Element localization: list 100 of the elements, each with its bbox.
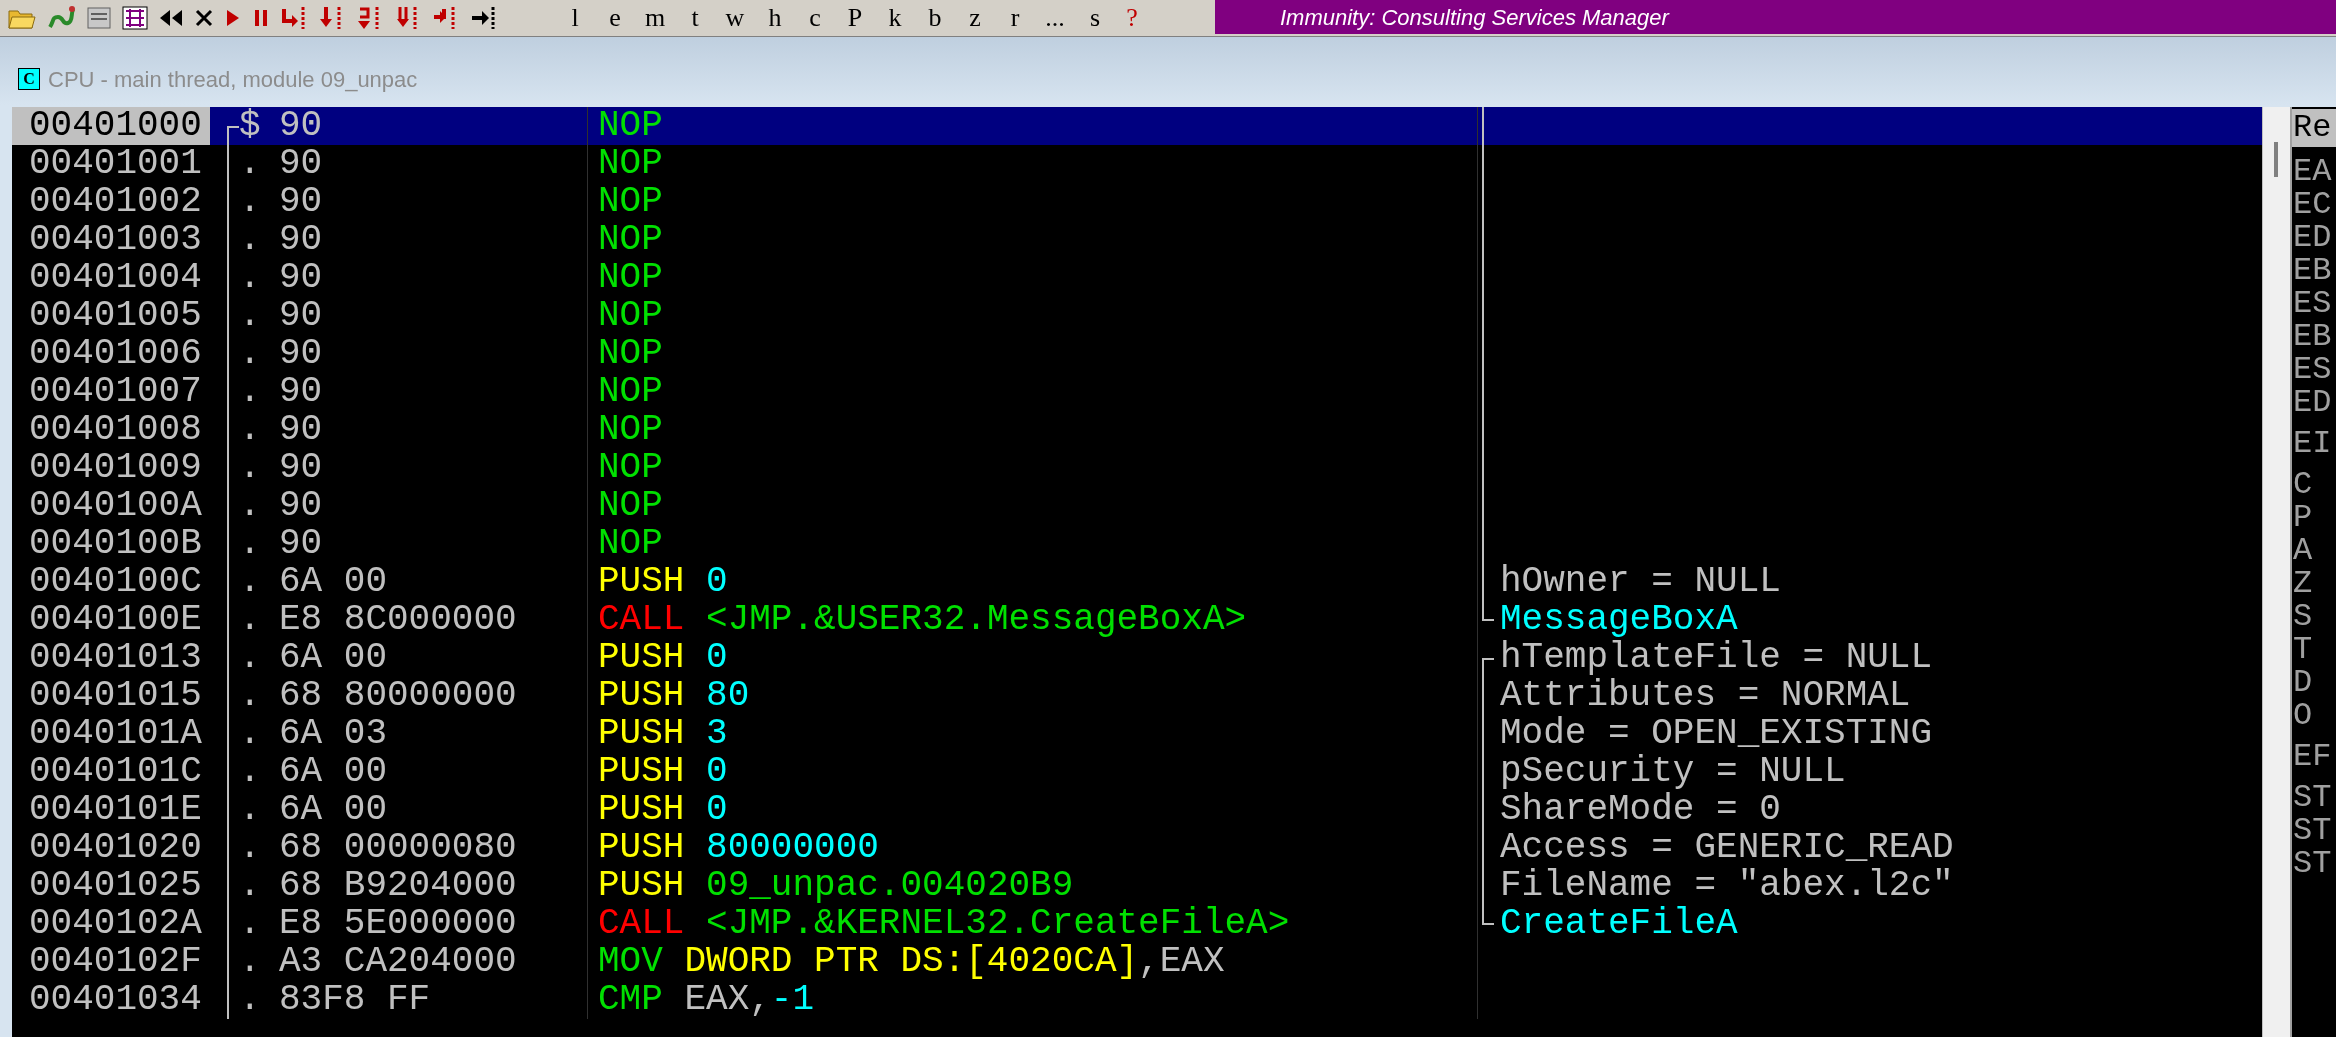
- mnemonic-text: CALL: [598, 599, 686, 640]
- comment-text: Access = GENERIC_READ: [1500, 829, 1954, 867]
- code-row[interactable]: 0040102A . E8 5E000000 CALL <JMP.&KERNEL32.CreateFileA> CreateFileA: [12, 905, 2262, 943]
- grid-icon[interactable]: [122, 6, 148, 30]
- hex-bytes: 68 B9204000: [279, 867, 517, 905]
- toolbar-button[interactable]: m: [640, 3, 670, 33]
- mnemonic-text: NOP: [598, 523, 663, 564]
- scrollbar[interactable]: [2262, 107, 2290, 1037]
- code-row[interactable]: 0040101C . 6A 00 PUSH 0 pSecurity = NULL: [12, 753, 2262, 791]
- hex-bytes: E8 5E000000: [279, 905, 517, 943]
- code-row[interactable]: 00401025 . 68 B9204000 PUSH 09_unpac.004020B9 FileName = "abex.l2c": [12, 867, 2262, 905]
- hex-bytes: 6A 03: [279, 715, 388, 753]
- register-name: EI: [2292, 427, 2333, 460]
- hex-bytes: 90: [279, 221, 323, 259]
- code-row[interactable]: 00401001 . 90 NOP: [12, 145, 2262, 183]
- hex-bytes: 90: [279, 145, 323, 183]
- marker-text: .: [239, 867, 261, 905]
- mnemonic-text: PUSH: [598, 637, 686, 678]
- mnemonic-text: NOP: [598, 371, 663, 412]
- hex-bytes: 90: [279, 107, 323, 145]
- code-row[interactable]: 0040100C . 6A 00 PUSH 0 hOwner = NULL: [12, 563, 2262, 601]
- toolbar-button[interactable]: t: [680, 3, 710, 33]
- operand-text: 80: [706, 675, 750, 716]
- step-into-icon[interactable]: [280, 5, 308, 31]
- mnemonic-text: PUSH: [598, 713, 686, 754]
- toolbar-button[interactable]: P: [840, 3, 870, 33]
- toolbar-button[interactable]: s: [1080, 3, 1110, 33]
- operand-text: 0: [706, 789, 728, 830]
- marker-text: .: [239, 221, 261, 259]
- toolbar-button[interactable]: c: [800, 3, 830, 33]
- toolbar-button[interactable]: h: [760, 3, 790, 33]
- register-name: EB: [2292, 320, 2333, 353]
- code-row[interactable]: 00401003 . 90 NOP: [12, 221, 2262, 259]
- hex-bytes: 90: [279, 487, 323, 525]
- pause-icon[interactable]: [252, 8, 270, 28]
- hex-bytes: 90: [279, 335, 323, 373]
- register-name: EC: [2292, 188, 2333, 221]
- marker-text: $: [239, 107, 261, 145]
- operand-text: 09_unpac.004020B9: [706, 865, 1074, 906]
- help-button[interactable]: ?: [1120, 3, 1144, 33]
- toolbar-button[interactable]: ...: [1040, 3, 1070, 33]
- code-row[interactable]: 00401006 . 90 NOP: [12, 335, 2262, 373]
- hex-bytes: 90: [279, 525, 323, 563]
- operand-text: EAX,: [684, 979, 771, 1020]
- hex-bytes: 90: [279, 373, 323, 411]
- mnemonic-text: NOP: [598, 181, 663, 222]
- code-row[interactable]: 00401007 . 90 NOP: [12, 373, 2262, 411]
- comment-text: Mode = OPEN_EXISTING: [1500, 715, 1933, 753]
- toolbar-button[interactable]: e: [600, 3, 630, 33]
- toolbar-button[interactable]: z: [960, 3, 990, 33]
- code-row[interactable]: 00401034 . 83F8 FF CMP EAX,-1: [12, 981, 2262, 1019]
- window-icon: C: [18, 68, 40, 90]
- register-name: ED: [2292, 386, 2333, 419]
- code-row[interactable]: 0040101E . 6A 00 PUSH 0 ShareMode = 0: [12, 791, 2262, 829]
- toolbar-button[interactable]: w: [720, 3, 750, 33]
- snake-icon[interactable]: [46, 5, 76, 31]
- rewind-icon[interactable]: [158, 8, 184, 28]
- toolbar-button[interactable]: b: [920, 3, 950, 33]
- hex-bytes: 83F8 FF: [279, 981, 431, 1019]
- code-row[interactable]: 00401002 . 90 NOP: [12, 183, 2262, 221]
- code-row[interactable]: 0040100A . 90 NOP: [12, 487, 2262, 525]
- operand-text: 80000000: [706, 827, 879, 868]
- toolbar-button[interactable]: l: [560, 3, 590, 33]
- code-row[interactable]: 00401005 . 90 NOP: [12, 297, 2262, 335]
- go-to-icon[interactable]: [470, 5, 498, 31]
- code-row[interactable]: 00401013 . 6A 00 PUSH 0 hTemplateFile = NULL: [12, 639, 2262, 677]
- code-row[interactable]: 00401004 . 90 NOP: [12, 259, 2262, 297]
- hex-bytes: 68 00000080: [279, 829, 517, 867]
- window-title: CPU - main thread, module 09_unpac: [48, 65, 418, 94]
- toolbar-button[interactable]: r: [1000, 3, 1030, 33]
- marker-text: .: [239, 449, 261, 487]
- marker-text: .: [239, 487, 261, 525]
- mnemonic-text: PUSH: [598, 561, 686, 602]
- code-row[interactable]: 00401009 . 90 NOP: [12, 449, 2262, 487]
- window-icon[interactable]: [86, 6, 112, 30]
- code-row[interactable]: 0040102F . A3 CA204000 MOV DWORD PTR DS:[4020CA],EAX: [12, 943, 2262, 981]
- code-row[interactable]: 00401008 . 90 NOP: [12, 411, 2262, 449]
- toolbar-button[interactable]: k: [880, 3, 910, 33]
- mnemonic-text: NOP: [598, 295, 663, 336]
- code-row[interactable]: 00401000 $ 90 NOP: [12, 107, 2262, 145]
- register-name: ED: [2292, 221, 2333, 254]
- operand-text: 0: [706, 751, 728, 792]
- marker-text: .: [239, 183, 261, 221]
- mnemonic-text: NOP: [598, 409, 663, 450]
- register-name: ST: [2292, 814, 2333, 847]
- code-row[interactable]: 00401020 . 68 00000080 PUSH 80000000 Access = GENERIC_READ: [12, 829, 2262, 867]
- operand-text: -1: [770, 979, 815, 1020]
- register-header: Re: [2292, 109, 2336, 147]
- marker-text: .: [239, 335, 261, 373]
- mnemonic-text: NOP: [598, 485, 663, 526]
- marker-text: .: [239, 525, 261, 563]
- code-row[interactable]: 0040100B . 90 NOP: [12, 525, 2262, 563]
- code-row[interactable]: 0040101A . 6A 03 PUSH 3 Mode = OPEN_EXISTING: [12, 715, 2262, 753]
- hex-bytes: 90: [279, 411, 323, 449]
- code-row[interactable]: 0040100E . E8 8C000000 CALL <JMP.&USER32.MessageBoxA> MessageBoxA: [12, 601, 2262, 639]
- scrollbar-thumb[interactable]: [2274, 142, 2278, 177]
- code-row[interactable]: 00401015 . 68 80000000 PUSH 80 Attributes = NORMAL: [12, 677, 2262, 715]
- close-icon[interactable]: [194, 8, 214, 28]
- hex-bytes: 6A 00: [279, 563, 388, 601]
- mnemonic-text: NOP: [598, 107, 663, 146]
